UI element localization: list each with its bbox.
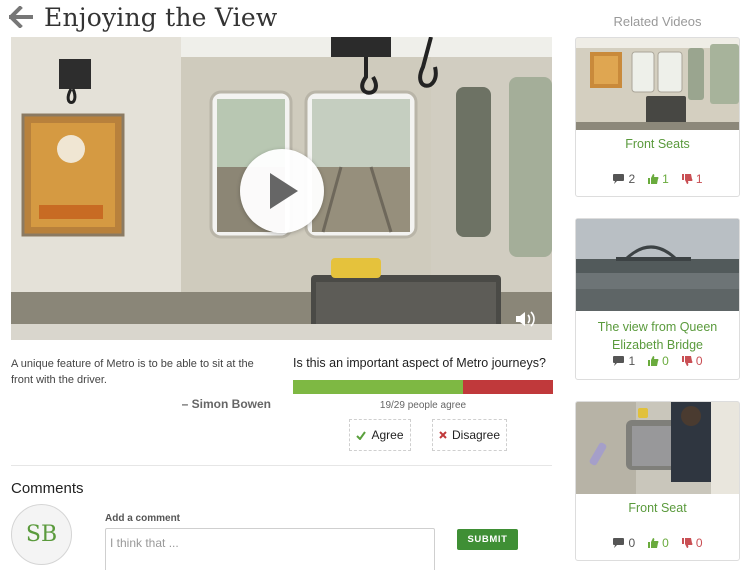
page-title: Enjoying the View bbox=[44, 2, 278, 32]
dislike-count: 1 bbox=[681, 172, 703, 186]
comment-input[interactable] bbox=[105, 528, 435, 570]
like-count: 0 bbox=[647, 354, 669, 368]
thumbs-up-icon bbox=[648, 356, 659, 366]
thumbs-down-icon bbox=[681, 356, 693, 366]
video-thumbnail bbox=[576, 402, 739, 494]
poll-question: Is this an important aspect of Metro jou… bbox=[293, 356, 546, 370]
comment-icon bbox=[613, 356, 625, 366]
dislike-count: 0 bbox=[681, 536, 703, 550]
avatar: SB bbox=[11, 504, 72, 565]
thumbs-down-icon bbox=[681, 174, 693, 184]
related-videos-heading: Related Videos bbox=[613, 14, 702, 29]
comment-count: 2 bbox=[612, 172, 635, 186]
thumbs-up-icon bbox=[648, 538, 659, 548]
poll-agree-count: 19/29 people agree bbox=[379, 400, 467, 411]
video-player[interactable] bbox=[11, 37, 552, 340]
related-video-title: The view from Queen Elizabeth Bridge bbox=[597, 320, 718, 352]
thumbs-up-icon bbox=[648, 174, 659, 184]
submit-button[interactable]: SUBMIT bbox=[457, 529, 518, 550]
related-video-card[interactable]: The view from Queen Elizabeth Bridge 1 0… bbox=[575, 218, 740, 380]
disagree-label: Disagree bbox=[451, 428, 501, 442]
dislike-count: 0 bbox=[681, 354, 703, 368]
video-thumbnail bbox=[576, 38, 739, 130]
agree-button[interactable]: Agree bbox=[349, 419, 411, 451]
video-thumbnail bbox=[576, 219, 739, 311]
poll-agree-fill bbox=[293, 380, 464, 394]
play-button[interactable] bbox=[240, 149, 324, 233]
comment-icon bbox=[613, 538, 625, 548]
video-stats: 1 0 0 bbox=[576, 354, 739, 368]
play-icon bbox=[270, 173, 298, 209]
like-count: 1 bbox=[647, 172, 669, 186]
back-arrow-icon[interactable] bbox=[8, 4, 34, 30]
volume-icon[interactable] bbox=[514, 309, 536, 329]
video-stats: 0 0 0 bbox=[576, 536, 739, 550]
like-count: 0 bbox=[647, 536, 669, 550]
disagree-button[interactable]: Disagree bbox=[432, 419, 507, 451]
cross-icon bbox=[439, 431, 447, 439]
agree-label: Agree bbox=[371, 428, 404, 442]
check-icon bbox=[356, 430, 367, 440]
video-author: – Simon Bowen bbox=[181, 397, 271, 411]
video-stats: 2 1 1 bbox=[576, 172, 739, 186]
page-header: Enjoying the View bbox=[8, 0, 277, 34]
poll-result-bar bbox=[293, 380, 553, 394]
add-comment-label: Add a comment bbox=[105, 513, 181, 524]
thumbs-down-icon bbox=[681, 538, 693, 548]
related-video-title: Front Seats bbox=[625, 137, 690, 151]
comment-count: 0 bbox=[612, 536, 635, 550]
comment-icon bbox=[613, 174, 625, 184]
related-video-card[interactable]: Front Seats 2 1 1 bbox=[575, 37, 740, 197]
video-caption: A unique feature of Metro is to be able … bbox=[11, 358, 254, 386]
comment-count: 1 bbox=[612, 354, 635, 368]
divider bbox=[11, 465, 552, 466]
related-video-card[interactable]: Front Seat 0 0 0 bbox=[575, 401, 740, 561]
comments-heading: Comments bbox=[11, 480, 84, 497]
related-video-title: Front Seat bbox=[628, 501, 687, 515]
